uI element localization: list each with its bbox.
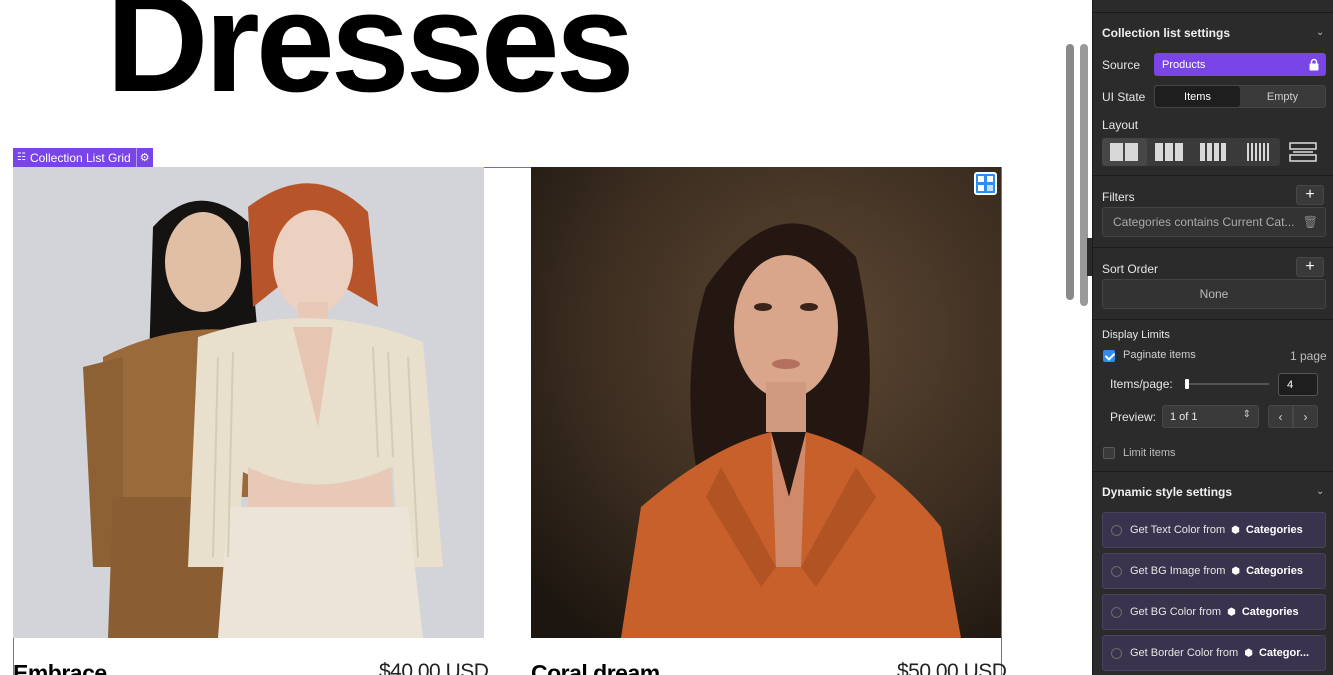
filter-condition[interactable]: Categories contains Current Cat... 🗑 [1102, 207, 1326, 237]
product-name-coral-dream[interactable]: Coral dream [531, 660, 660, 675]
dynamic-style-border-color[interactable]: Get Border Color from ⬢ Categor... [1102, 635, 1326, 671]
women-photo-illustration [13, 167, 484, 638]
dynamic-style-source: Categories [1241, 606, 1299, 618]
add-filter-button[interactable]: + [1296, 185, 1324, 205]
ui-state-items[interactable]: Items [1155, 86, 1240, 107]
dynamic-style-bg-color[interactable]: Get BG Color from ⬢ Categories [1102, 594, 1326, 630]
items-per-page-input[interactable]: 4 [1278, 373, 1318, 396]
dynamic-style-text-color[interactable]: Get Text Color from ⬢ Categories [1102, 512, 1326, 548]
dynamic-style-source: Categories [1245, 524, 1303, 536]
product-image-embrace[interactable] [13, 167, 484, 638]
woman-photo-illustration [531, 167, 1001, 638]
ui-state-empty[interactable]: Empty [1240, 86, 1325, 107]
chevron-down-icon[interactable]: ⌄ [1316, 486, 1324, 497]
layout-4-columns-icon[interactable] [1191, 138, 1236, 166]
grid-gap-settings-icon[interactable] [1289, 141, 1317, 163]
dynamic-style-source: Categor... [1258, 647, 1310, 659]
previous-page-button[interactable]: ‹ [1268, 405, 1293, 428]
paginate-items-checkbox[interactable] [1103, 350, 1115, 362]
preview-page-value: 1 of 1 [1170, 410, 1198, 423]
page-title[interactable]: Dresses [106, 0, 635, 114]
radio-icon [1111, 524, 1122, 536]
lock-icon [1309, 58, 1319, 71]
dynamic-style-prefix: Get Border Color from [1130, 647, 1239, 659]
dynamic-style-bg-image[interactable]: Get BG Image from ⬢ Categories [1102, 553, 1326, 589]
source-value: Products [1162, 58, 1206, 71]
collection-list-settings-title[interactable]: Collection list settings [1102, 26, 1230, 40]
ui-state-label: UI State [1102, 90, 1146, 104]
layout-2-columns-icon[interactable] [1102, 138, 1147, 166]
settings-gear-icon[interactable]: ⚙ [135, 148, 153, 167]
collection-cube-icon: ⬢ [1244, 647, 1253, 659]
layout-selector [1102, 138, 1280, 166]
preview-page-select[interactable]: 1 of 1 ⇕ [1162, 405, 1259, 428]
trash-icon[interactable]: 🗑 [1303, 215, 1318, 229]
product-name-embrace[interactable]: Embrace [13, 660, 107, 675]
dynamic-style-source: Categories [1246, 565, 1303, 577]
dynamic-style-settings-title[interactable]: Dynamic style settings [1102, 485, 1232, 499]
product-image-coral-dream[interactable] [531, 167, 1001, 638]
preview-label: Preview: [1110, 410, 1157, 424]
canvas-scrollbar[interactable] [1066, 44, 1074, 300]
ui-state-toggle: Items Empty [1154, 85, 1326, 108]
dynamic-style-prefix: Get BG Color from [1130, 606, 1222, 618]
collection-list-tag[interactable]: ☷ Collection List Grid ⚙ [13, 148, 153, 167]
designer-canvas[interactable]: Dresses ☷ Collection List Grid ⚙ Embrace… [0, 0, 1062, 675]
source-label: Source [1102, 58, 1141, 72]
next-page-button[interactable]: › [1293, 405, 1318, 428]
collection-cube-icon: ⬢ [1227, 606, 1236, 618]
product-price-embrace[interactable]: $40.00 USD [379, 660, 489, 675]
collection-list-tag-label: Collection List Grid [29, 150, 131, 165]
display-limits-label: Display Limits [1102, 329, 1170, 341]
filter-condition-text: Categories contains Current Cat... [1113, 215, 1295, 229]
layout-3-columns-icon[interactable] [1147, 138, 1192, 166]
limit-items-checkbox[interactable] [1103, 447, 1115, 459]
radio-icon [1111, 565, 1122, 577]
limit-items-label: Limit items [1123, 447, 1176, 459]
settings-panel: Collection list settings ⌄ Source Produc… [1092, 0, 1333, 675]
collection-list-icon: ☷ [17, 152, 26, 163]
chevron-down-icon[interactable]: ⌄ [1316, 27, 1324, 38]
dynamic-style-prefix: Get Text Color from [1130, 524, 1226, 536]
add-sort-button[interactable]: + [1296, 257, 1324, 277]
layout-6-columns-icon[interactable] [1236, 138, 1281, 166]
items-per-page-slider-thumb[interactable] [1185, 379, 1189, 389]
items-per-page-label: Items/page: [1110, 377, 1173, 391]
pages-count: 1 page [1290, 349, 1327, 363]
edit-image-icon[interactable] [974, 172, 997, 195]
radio-icon [1111, 647, 1122, 659]
paginate-items-label: Paginate items [1123, 349, 1196, 361]
product-price-coral-dream[interactable]: $50.00 USD [897, 660, 1007, 675]
collection-cube-icon: ⬢ [1231, 524, 1240, 536]
sort-order-value[interactable]: None [1102, 279, 1326, 309]
updown-chevron-icon: ⇕ [1242, 409, 1251, 420]
filters-label: Filters [1102, 190, 1135, 204]
layout-label: Layout [1102, 118, 1139, 132]
items-per-page-slider-track[interactable] [1185, 383, 1269, 385]
source-select[interactable]: Products [1154, 53, 1326, 76]
sort-order-label: Sort Order [1102, 262, 1159, 276]
dynamic-style-prefix: Get BG Image from [1130, 565, 1226, 577]
collection-cube-icon: ⬢ [1231, 565, 1241, 577]
radio-icon [1111, 606, 1122, 618]
